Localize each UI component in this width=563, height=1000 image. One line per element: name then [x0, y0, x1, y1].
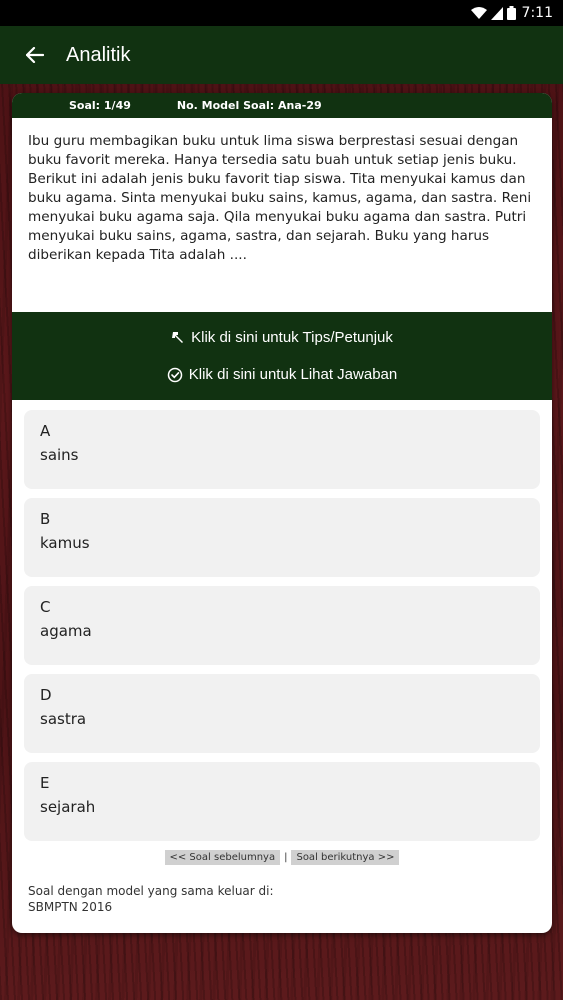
option-letter: E	[40, 774, 50, 792]
option-d[interactable]: D sastra	[24, 674, 540, 753]
answer-button[interactable]: Klik di sini untuk Lihat Jawaban	[167, 366, 397, 383]
source-note-label: Soal dengan model yang sama keluar di:	[28, 884, 274, 898]
tips-label: Klik di sini untuk Tips/Petunjuk	[191, 329, 393, 346]
option-a[interactable]: A sains	[24, 410, 540, 489]
option-text: sains	[40, 446, 79, 464]
nav-separator: |	[284, 852, 288, 863]
hint-block: Klik di sini untuk Tips/Petunjuk Klik di…	[12, 312, 552, 400]
option-e[interactable]: E sejarah	[24, 762, 540, 841]
option-letter: A	[40, 422, 51, 440]
source-note-exam: SBMPTN 2016	[28, 900, 113, 914]
question-nav: << Soal sebelumnya | Soal berikutnya >>	[12, 850, 552, 865]
options-list: A sains B kamus C agama D sastra E sejar…	[12, 400, 552, 841]
option-letter: C	[40, 598, 51, 616]
option-b[interactable]: B kamus	[24, 498, 540, 577]
status-time: 7:11	[521, 5, 553, 21]
model-number: No. Model Soal: Ana-29	[176, 99, 322, 112]
check-circle-icon	[167, 367, 183, 382]
source-note: Soal dengan model yang sama keluar di: S…	[12, 865, 552, 915]
option-c[interactable]: C agama	[24, 586, 540, 665]
card-header: Soal: 1/49 No. Model Soal: Ana-29	[12, 93, 552, 118]
option-text: agama	[40, 622, 92, 640]
question-card: Soal: 1/49 No. Model Soal: Ana-29 Ibu gu…	[12, 93, 552, 933]
wifi-icon	[470, 6, 487, 19]
question-number: Soal: 1/49	[69, 99, 131, 112]
page-title: Analitik	[66, 43, 131, 66]
hammer-icon	[172, 331, 184, 343]
answer-label: Klik di sini untuk Lihat Jawaban	[188, 366, 398, 383]
signal-icon	[490, 6, 503, 20]
status-icons	[470, 6, 516, 20]
next-question-button[interactable]: Soal berikutnya >>	[291, 850, 400, 865]
option-text: sastra	[40, 710, 87, 728]
prev-question-button[interactable]: << Soal sebelumnya	[164, 850, 281, 865]
back-button[interactable]	[0, 26, 56, 84]
option-letter: D	[40, 686, 52, 704]
tips-button[interactable]: Klik di sini untuk Tips/Petunjuk	[171, 329, 393, 346]
option-text: sejarah	[40, 798, 96, 816]
app-bar: Analitik	[0, 26, 563, 84]
arrow-left-icon	[26, 47, 44, 63]
option-text: kamus	[40, 534, 90, 552]
battery-icon	[506, 6, 516, 20]
option-letter: B	[40, 510, 51, 528]
question-text: Ibu guru membagikan buku untuk lima sisw…	[28, 133, 532, 263]
status-bar: 7:11	[0, 0, 563, 26]
